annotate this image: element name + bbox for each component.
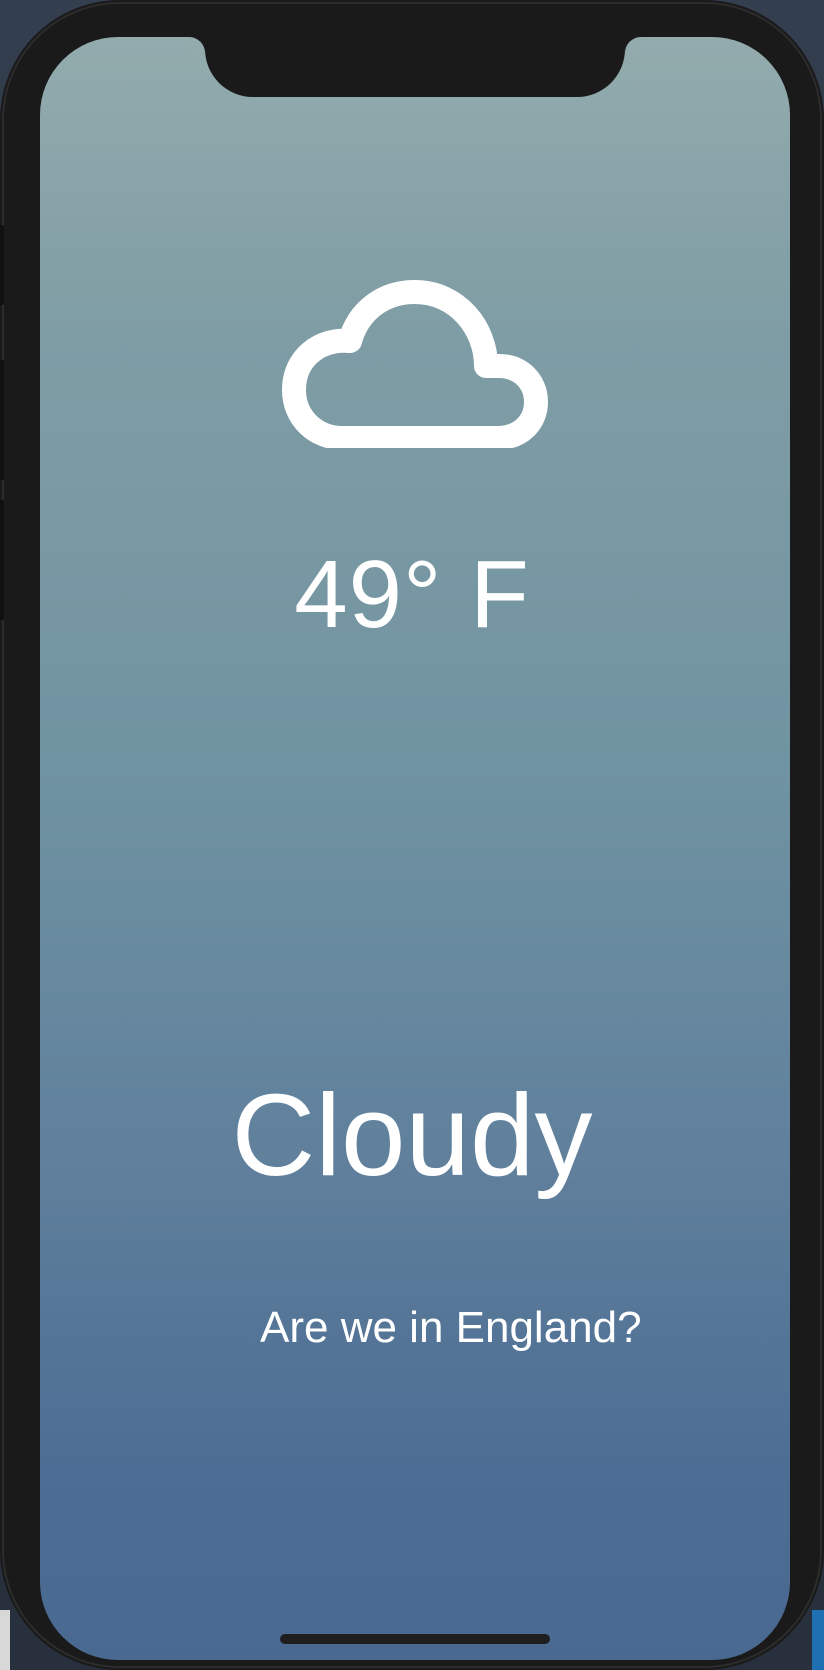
weather-condition: Cloudy bbox=[231, 1070, 593, 1200]
volume-up-button bbox=[0, 360, 4, 480]
cloud-icon bbox=[282, 280, 548, 448]
notch-corner-right bbox=[625, 37, 641, 53]
desktop-window-edge-left bbox=[0, 1610, 10, 1670]
temperature-reading: 49° F bbox=[294, 541, 530, 648]
notch-corner-left bbox=[189, 37, 205, 53]
desktop-window-edge-right bbox=[812, 1610, 824, 1670]
device-notch bbox=[205, 37, 625, 97]
weather-message: Are we in England? bbox=[260, 1303, 642, 1352]
mute-switch bbox=[0, 225, 4, 305]
home-indicator[interactable] bbox=[280, 1634, 550, 1644]
